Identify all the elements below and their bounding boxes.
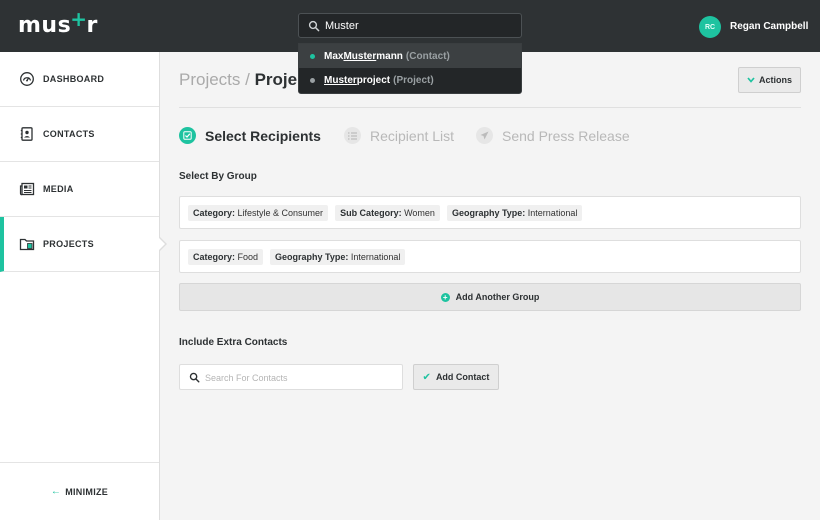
suggestion-dot [310, 77, 315, 83]
suggestion-match: Muster [343, 50, 377, 62]
sidebar: DASHBOARD CONTACTS MEDIA PROJECTS ← MINI… [0, 52, 167, 520]
plus-circle-icon: + [440, 292, 450, 302]
check-square-icon [179, 127, 196, 144]
logo-plus-icon: + [70, 7, 88, 31]
search-icon [308, 20, 320, 32]
global-search[interactable] [298, 13, 522, 38]
suggestion-dot [310, 53, 315, 59]
suggestion-contact[interactable]: Max Muster mann (Contact) [299, 44, 521, 68]
contact-search-input[interactable] [205, 370, 395, 386]
chevron-down-icon [747, 75, 755, 85]
suggestion-type: (Contact) [405, 50, 450, 62]
step-send-press-release[interactable]: Send Press Release [476, 127, 630, 144]
step-label: Select Recipients [205, 127, 321, 144]
search-suggestions: Max Muster mann (Contact) Muster project (… [298, 43, 522, 94]
add-group-label: Add Another Group [455, 292, 540, 302]
add-another-group-button[interactable]: + Add Another Group [179, 283, 801, 311]
sidebar-item-label: DASHBOARD [43, 74, 105, 84]
tag-key: Category: [193, 251, 236, 262]
tag-value: Food [235, 251, 259, 262]
contacts-icon [20, 127, 33, 141]
group-row[interactable]: Category: Lifestyle & Consumer Sub Categ… [179, 196, 801, 229]
group-tag: Geography Type: International [446, 204, 583, 221]
list-icon [344, 127, 361, 144]
send-icon [476, 127, 493, 144]
group-tag: Category: Lifestyle & Consumer [188, 204, 329, 221]
user-avatar[interactable]: RC [699, 16, 721, 38]
step-recipient-list[interactable]: Recipient List [344, 127, 454, 144]
user-name[interactable]: Regan Campbell [730, 21, 808, 32]
step-label: Send Press Release [502, 127, 630, 144]
select-by-group-title: Select By Group [179, 171, 257, 182]
sidebar-item-label: PROJECTS [43, 239, 94, 249]
group-row[interactable]: Category: Food Geography Type: Internati… [179, 240, 801, 273]
actions-label: Actions [758, 75, 792, 85]
mustr-logo[interactable]: mus+r [18, 7, 98, 38]
sidebar-item-media[interactable]: MEDIA [0, 162, 159, 217]
sidebar-item-projects[interactable]: PROJECTS [0, 217, 167, 272]
dashboard-icon [20, 72, 34, 86]
minimize-button[interactable]: ← MINIMIZE [0, 462, 159, 520]
arrow-left-icon: ← [50, 486, 62, 497]
group-tag: Sub Category: Women [335, 204, 440, 221]
tag-value: International [348, 251, 401, 262]
contact-search[interactable] [179, 364, 403, 390]
suggestion-text-post: mann [376, 50, 403, 62]
sidebar-item-contacts[interactable]: CONTACTS [0, 107, 159, 162]
active-arrow [158, 236, 167, 252]
suggestion-project[interactable]: Muster project (Project) [299, 68, 521, 92]
extra-contacts-title: Include Extra Contacts [179, 337, 288, 348]
tag-key: Geography Type: [451, 207, 526, 218]
divider [179, 107, 801, 108]
search-icon [189, 372, 200, 383]
suggestion-text-post: project [356, 74, 391, 86]
sidebar-item-label: CONTACTS [43, 129, 95, 139]
tag-key: Sub Category: [340, 207, 402, 218]
add-contact-label: Add Contact [435, 372, 490, 382]
check-icon: ✔ [422, 371, 431, 383]
suggestion-type: (Project) [393, 74, 434, 86]
projects-icon [19, 238, 35, 251]
minimize-label: MINIMIZE [65, 486, 109, 497]
group-tag: Geography Type: International [270, 248, 406, 265]
tag-value: Lifestyle & Consumer [235, 207, 324, 218]
media-icon [19, 182, 35, 196]
sidebar-item-dashboard[interactable]: DASHBOARD [0, 52, 159, 107]
tag-key: Category: [193, 207, 236, 218]
tag-value: Women [401, 207, 435, 218]
step-select-recipients[interactable]: Select Recipients [179, 127, 321, 144]
sidebar-item-label: MEDIA [43, 184, 74, 194]
suggestion-text-pre: Max [324, 50, 344, 62]
logo-text-right: r [86, 13, 98, 38]
add-contact-button[interactable]: ✔ Add Contact [413, 364, 499, 390]
logo-text-left: mus [18, 13, 72, 38]
breadcrumb-separator: / [240, 70, 255, 89]
breadcrumb: Projects / Proje [179, 70, 297, 90]
step-label: Recipient List [370, 127, 455, 144]
tag-key: Geography Type: [275, 251, 349, 262]
group-tag: Category: Food [188, 248, 264, 265]
global-search-input[interactable] [325, 17, 515, 35]
breadcrumb-current: Proje [254, 70, 298, 89]
breadcrumb-parent[interactable]: Projects [179, 70, 240, 89]
tag-value: International [525, 207, 578, 218]
actions-button[interactable]: Actions [738, 67, 801, 93]
suggestion-match: Muster [324, 74, 357, 86]
